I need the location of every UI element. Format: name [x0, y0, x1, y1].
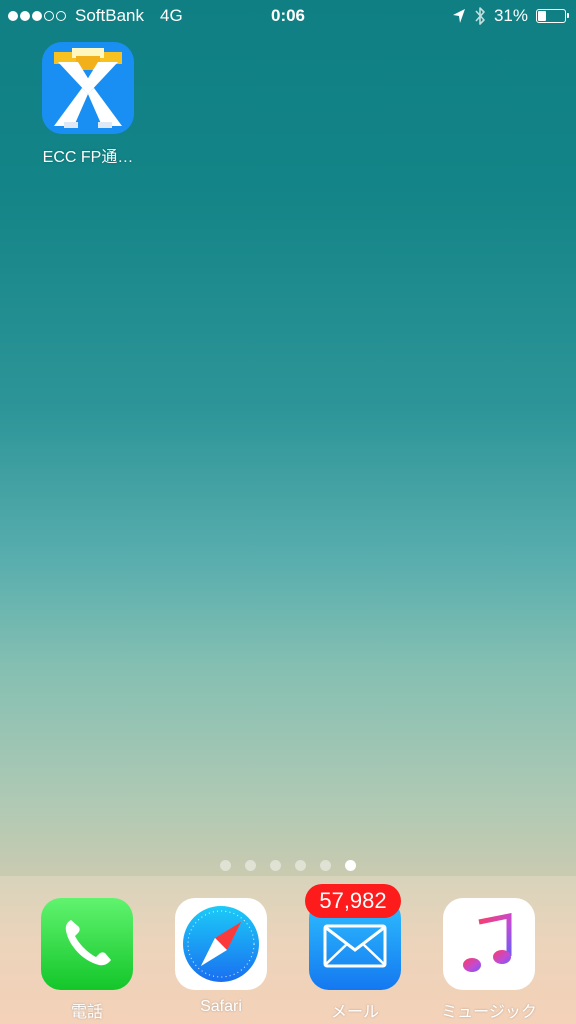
bluetooth-icon — [475, 7, 485, 25]
app-ecc-fp[interactable]: ECC FP通… — [34, 42, 142, 167]
dock-app-music[interactable]: ミュージック — [429, 898, 549, 1022]
status-bar: SoftBank 4G 0:06 31% — [0, 0, 576, 32]
page-dot-active[interactable] — [345, 860, 356, 871]
battery-icon — [536, 9, 569, 23]
dock-app-safari[interactable]: Safari — [161, 898, 281, 1016]
ecc-fp-app-icon[interactable] — [42, 42, 134, 134]
battery-percentage: 31% — [493, 6, 528, 25]
app-label: 電話 — [70, 1004, 103, 1021]
page-dot[interactable] — [270, 860, 281, 871]
dock-app-phone[interactable]: 電話 — [27, 898, 147, 1022]
music-note-icon[interactable] — [443, 898, 535, 990]
app-label: ECC FP通… — [42, 149, 134, 166]
dock-app-mail[interactable]: 57,982 メール — [295, 884, 415, 1022]
app-label: メール — [330, 1004, 379, 1021]
dock: 電話 Safari 57,982 メール ミュージック — [0, 876, 576, 1024]
phone-icon[interactable] — [41, 898, 133, 990]
location-arrow-icon — [452, 9, 465, 23]
page-dot[interactable] — [220, 860, 231, 871]
status-right: 31% — [452, 6, 569, 26]
notification-badge: 57,982 — [305, 884, 401, 918]
app-label: ミュージック — [441, 1004, 537, 1021]
safari-compass-icon[interactable] — [175, 898, 267, 990]
page-dot[interactable] — [320, 860, 331, 871]
battery-level-fill — [538, 11, 546, 21]
page-indicator[interactable] — [0, 860, 576, 871]
app-label: Safari — [200, 998, 242, 1015]
page-dot[interactable] — [245, 860, 256, 871]
page-dot[interactable] — [295, 860, 306, 871]
